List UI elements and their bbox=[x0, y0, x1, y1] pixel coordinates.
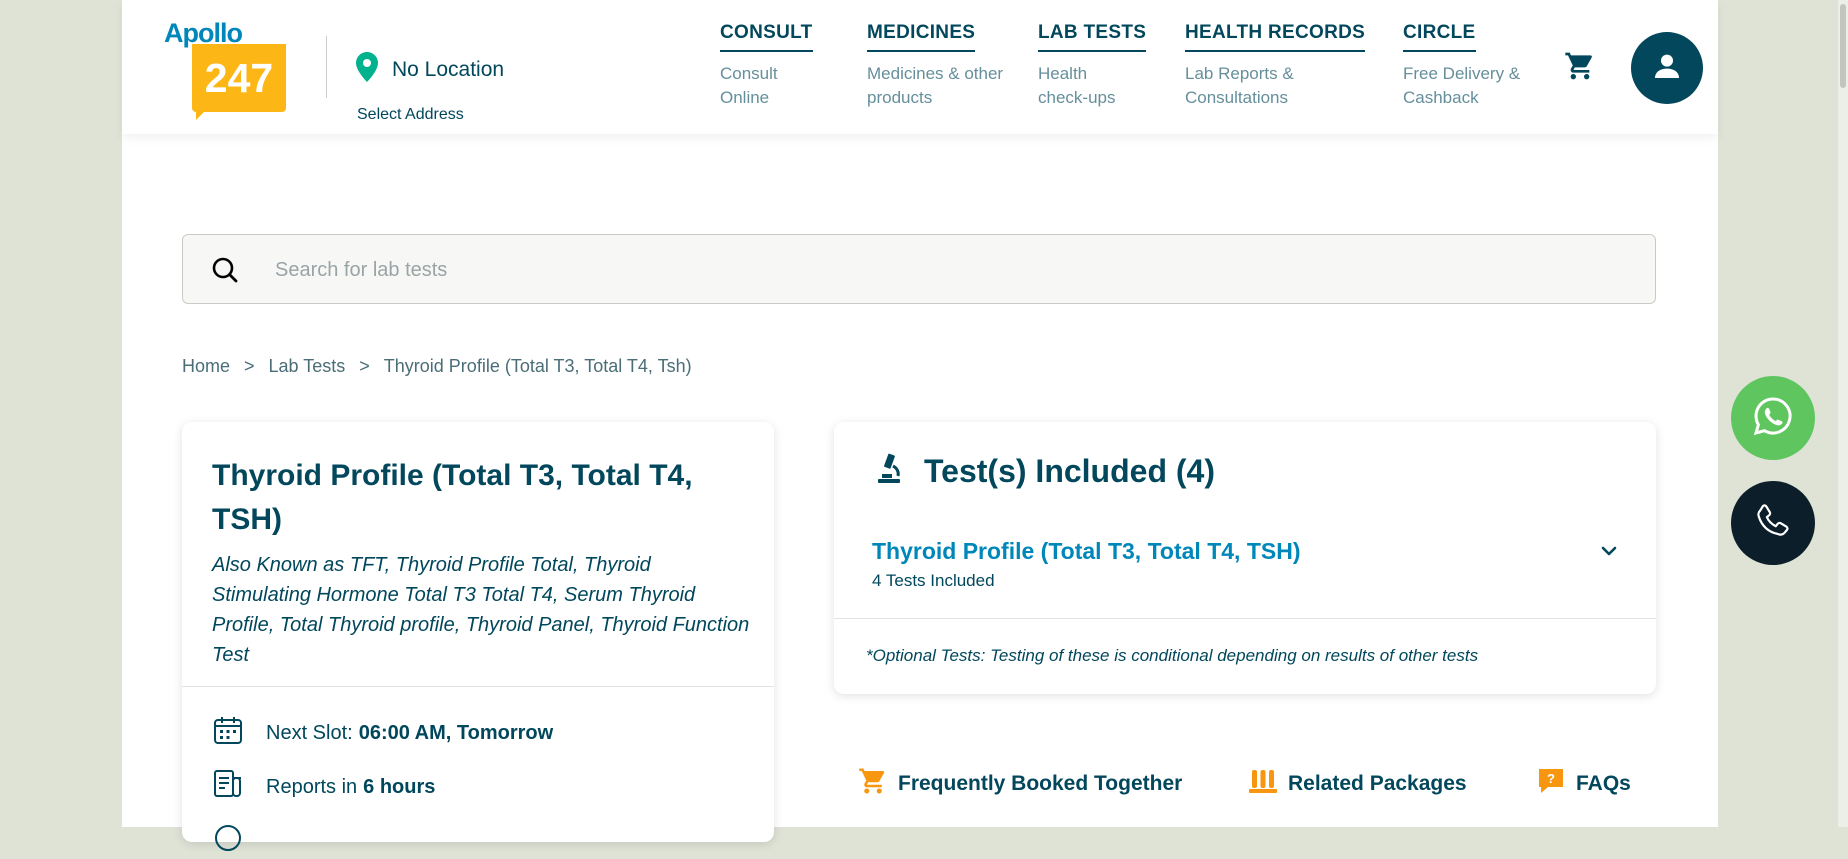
logo-247-text: 247 bbox=[192, 44, 286, 112]
svg-text:?: ? bbox=[1547, 771, 1555, 786]
call-button[interactable] bbox=[1731, 481, 1815, 565]
optional-tests-note: *Optional Tests: Testing of these is con… bbox=[866, 646, 1479, 665]
nav-consult[interactable]: CONSULT Consult Online bbox=[720, 22, 813, 110]
package-test-count: 4 Tests Included bbox=[872, 571, 995, 590]
cart-icon bbox=[858, 766, 888, 801]
tab-related-packages[interactable]: Related Packages bbox=[1248, 766, 1467, 801]
test-details-card: Thyroid Profile (Total T3, Total T4, TSH… bbox=[182, 422, 774, 851]
scrollbar-thumb[interactable] bbox=[1840, 4, 1846, 88]
select-address-link[interactable]: Select Address bbox=[357, 106, 464, 124]
tests-included-header: Test(s) Included (4) bbox=[874, 452, 1215, 491]
microscope-icon bbox=[874, 452, 904, 491]
nav-circle-sub: Free Delivery & Cashback bbox=[1403, 64, 1521, 107]
chevron-down-icon[interactable] bbox=[1598, 540, 1620, 567]
nav-circle[interactable]: CIRCLE Free Delivery & Cashback bbox=[1403, 22, 1523, 110]
breadcrumb: Home > Lab Tests > Thyroid Profile (Tota… bbox=[182, 356, 692, 377]
nav-medicines-title: MEDICINES bbox=[867, 22, 976, 52]
package-name[interactable]: Thyroid Profile (Total T3, Total T4, TSH… bbox=[872, 538, 1301, 565]
cart-icon[interactable] bbox=[1564, 50, 1596, 87]
test-title: Thyroid Profile (Total T3, Total T4, TSH… bbox=[212, 459, 693, 536]
tab-related-packages-label: Related Packages bbox=[1288, 771, 1467, 795]
search-input[interactable] bbox=[273, 249, 1617, 291]
apollo-247-logo[interactable]: Apollo 247 bbox=[164, 18, 286, 120]
breadcrumb-current: Thyroid Profile (Total T3, Total T4, Tsh… bbox=[383, 356, 692, 376]
tests-included-card: Test(s) Included (4) Thyroid Profile (To… bbox=[834, 422, 1656, 694]
breadcrumb-separator: > bbox=[244, 356, 255, 376]
next-slot-value: 06:00 AM, Tomorrow bbox=[358, 721, 554, 744]
profile-button[interactable] bbox=[1631, 32, 1703, 104]
whatsapp-icon bbox=[1751, 394, 1795, 443]
breadcrumb-home[interactable]: Home bbox=[182, 356, 230, 377]
tab-faqs-label: FAQs bbox=[1576, 771, 1631, 795]
header: Apollo 247 No Location Select Address CO… bbox=[122, 0, 1718, 134]
tab-frequently-booked[interactable]: Frequently Booked Together bbox=[858, 766, 1182, 801]
test-also-known-as: Also Known as TFT, Thyroid Profile Total… bbox=[212, 554, 750, 666]
nav-lab-tests-sub: Health check-ups bbox=[1038, 64, 1116, 107]
clock-icon bbox=[212, 822, 244, 859]
next-slot-row: Next Slot: 06:00 AM, Tomorrow bbox=[212, 714, 553, 752]
report-icon bbox=[212, 768, 244, 806]
location-label: No Location bbox=[392, 57, 505, 81]
tests-included-title: Test(s) Included (4) bbox=[924, 453, 1215, 489]
logo-tail bbox=[196, 110, 206, 120]
search-bar[interactable] bbox=[182, 234, 1656, 304]
card-divider bbox=[182, 686, 774, 687]
next-slot-label: Next Slot: bbox=[266, 721, 353, 744]
user-icon bbox=[1651, 50, 1683, 87]
header-divider bbox=[326, 36, 327, 98]
location-pin-icon bbox=[356, 52, 378, 87]
search-icon bbox=[211, 256, 239, 289]
nav-lab-tests-title: LAB TESTS bbox=[1038, 22, 1147, 52]
nav-medicines[interactable]: MEDICINES Medicines & other products bbox=[867, 22, 1007, 110]
calendar-icon bbox=[212, 714, 244, 752]
nav-medicines-sub: Medicines & other products bbox=[867, 64, 1004, 107]
reports-row: Reports in 6 hours bbox=[212, 768, 435, 806]
tab-frequently-booked-label: Frequently Booked Together bbox=[898, 771, 1183, 795]
reports-label: Reports in bbox=[266, 775, 358, 798]
nav-consult-title: CONSULT bbox=[720, 22, 813, 52]
faq-icon: ? bbox=[1536, 766, 1566, 801]
reports-value: 6 hours bbox=[363, 775, 436, 798]
phone-icon bbox=[1752, 500, 1794, 547]
nav-health-records[interactable]: HEALTH RECORDS Lab Reports & Consultatio… bbox=[1185, 22, 1366, 110]
test-tubes-icon bbox=[1248, 766, 1278, 801]
page-scrollbar[interactable] bbox=[1838, 0, 1848, 827]
whatsapp-button[interactable] bbox=[1731, 376, 1815, 460]
nav-consult-sub: Consult Online bbox=[720, 64, 778, 107]
nav-health-records-sub: Lab Reports & Consultations bbox=[1185, 64, 1294, 107]
breadcrumb-lab-tests[interactable]: Lab Tests bbox=[269, 356, 346, 377]
page: Apollo 247 No Location Select Address CO… bbox=[122, 0, 1718, 851]
breadcrumb-separator: > bbox=[359, 356, 370, 376]
location-selector[interactable]: No Location bbox=[356, 52, 504, 87]
tab-faqs[interactable]: ? FAQs bbox=[1536, 766, 1631, 801]
card-divider bbox=[834, 618, 1656, 619]
nav-circle-title: CIRCLE bbox=[1403, 22, 1476, 52]
nav-lab-tests[interactable]: LAB TESTS Health check-ups bbox=[1038, 22, 1147, 110]
nav-health-records-title: HEALTH RECORDS bbox=[1185, 22, 1366, 52]
